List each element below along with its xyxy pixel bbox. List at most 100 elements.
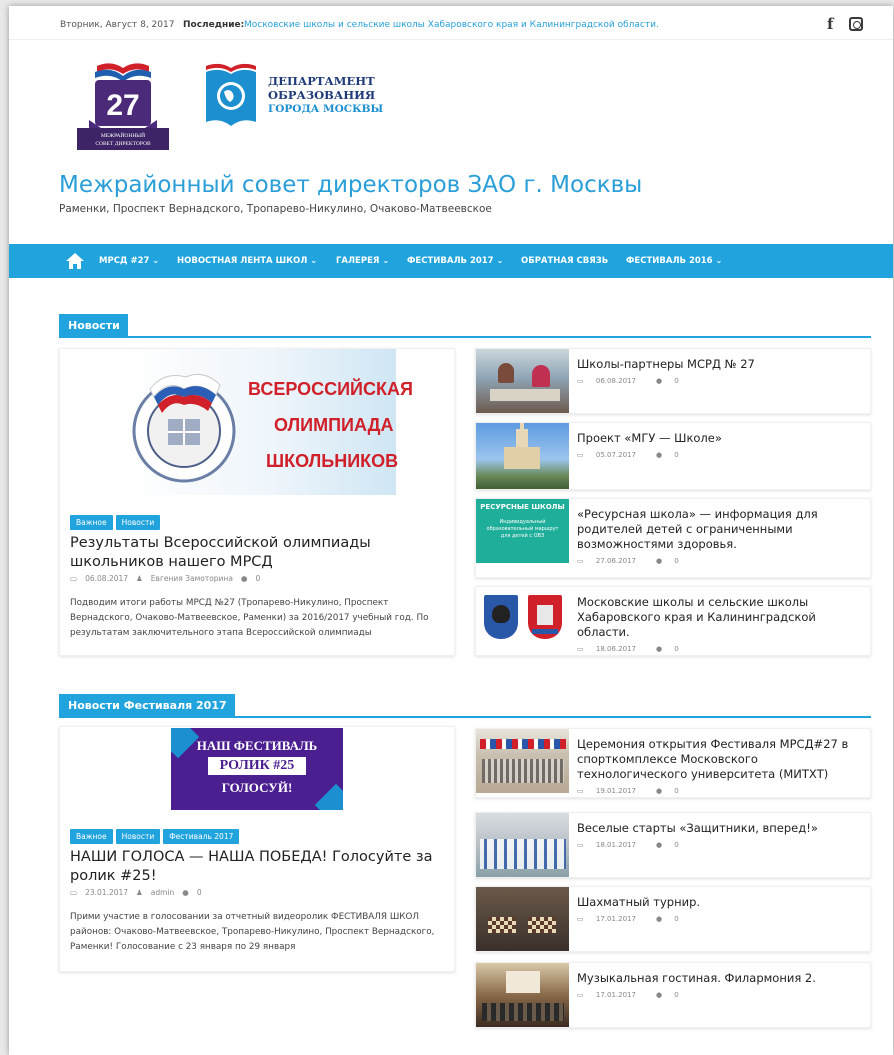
news-item-title[interactable]: «Ресурсная школа» — информация для родит… — [577, 507, 862, 552]
festival-section-title: Новости Фестиваля 2017 — [59, 694, 235, 718]
category-tag[interactable]: Новости — [115, 829, 161, 844]
site-title[interactable]: Межрайонный совет директоров ЗАО г. Моск… — [59, 172, 642, 198]
festival-item-meta: ▭ 19.01.2017 ● 0 — [577, 787, 679, 795]
news-thumbnail[interactable] — [476, 423, 569, 489]
svg-text:МЕЖРАЙОННЫЙ: МЕЖРАЙОННЫЙ — [101, 131, 145, 139]
home-icon[interactable] — [65, 252, 85, 270]
festival-item-meta: ▭ 18.01.2017 ● 0 — [577, 841, 679, 849]
category-tag[interactable]: Важное — [70, 829, 113, 844]
latest-label: Последние: — [183, 20, 245, 30]
calendar-icon: ▭ — [577, 377, 584, 385]
news-list-item[interactable]: Проект «МГУ — Школе» ▭ 05.07.2017 ● 0 — [475, 422, 871, 490]
news-section-title: Новости — [59, 314, 128, 338]
nav-item-gallery[interactable]: ГАЛЕРЕЯ ⌄ — [336, 256, 389, 266]
festival-banner-line-2: РОЛИК #25 — [219, 758, 295, 773]
nav-item-feedback[interactable]: ОБРАТНАЯ СВЯЗЬ — [521, 256, 608, 266]
comment-icon: ● — [240, 574, 248, 583]
comment-count: 0 — [196, 888, 202, 897]
nav-item-mrsd[interactable]: МРСД #27 ⌄ — [99, 256, 159, 266]
comment-icon: ● — [655, 377, 663, 385]
news-thumbnail[interactable] — [476, 587, 569, 651]
news-list-item[interactable]: Московские школы и сельские школы Хабаро… — [475, 586, 871, 656]
calendar-icon: ▭ — [577, 451, 584, 459]
featured-festival-excerpt: Прими участие в голосовании за отчетный … — [70, 912, 435, 952]
news-list-item[interactable]: РЕСУРСНЫЕ ШКОЛЫ Индивидуальный образоват… — [475, 498, 871, 578]
festival-banner[interactable]: НАШ ФЕСТИВАЛЬ РОЛИК #25 ГОЛОСУЙ! — [171, 728, 343, 810]
svg-text:СОВЕТ ДИРЕКТОРОВ: СОВЕТ ДИРЕКТОРОВ — [95, 141, 151, 147]
nav-item-school-news[interactable]: НОВОСТНАЯ ЛЕНТА ШКОЛ ⌄ — [177, 256, 317, 266]
festival-banner-line-3: ГОЛОСУЙ! — [221, 780, 293, 795]
site-description: Раменки, Проспект Вернадского, Тропарево… — [59, 203, 492, 215]
calendar-icon: ▭ — [70, 574, 78, 583]
news-thumbnail[interactable]: РЕСУРСНЫЕ ШКОЛЫ Индивидуальный образоват… — [476, 499, 569, 563]
badge-number: 27 — [106, 89, 139, 122]
thumbnail-heading: РЕСУРСНЫЕ ШКОЛЫ — [480, 503, 565, 511]
facebook-icon[interactable]: f — [827, 15, 833, 33]
festival-list-item[interactable]: Церемония открытия Фестиваля МРСД#27 в с… — [475, 728, 871, 798]
instagram-icon[interactable] — [849, 17, 863, 31]
khabarovsk-coat-of-arms — [484, 595, 518, 639]
nav-item-festival-2017[interactable]: ФЕСТИВАЛЬ 2017 ⌄ — [407, 256, 503, 266]
comment-icon: ● — [655, 645, 663, 653]
comment-icon: ● — [655, 991, 663, 999]
festival-thumbnail[interactable] — [476, 813, 569, 877]
banner-line-3: ШКОЛЬНИКОВ — [266, 451, 399, 471]
news-list-item[interactable]: Школы-партнеры МСРД № 27 ▭ 06.08.2017 ● 0 — [475, 348, 871, 414]
featured-news-categories: Важное Новости — [70, 510, 163, 530]
festival-banner-line-1: НАШ ФЕСТИВАЛЬ — [196, 738, 318, 753]
latest-news-link[interactable]: Московские школы и сельские школы Хабаро… — [244, 20, 659, 30]
news-item-title[interactable]: Московские школы и сельские школы Хабаро… — [577, 595, 862, 640]
festival-section-divider — [59, 716, 871, 718]
department-logo[interactable] — [202, 62, 260, 130]
festival-list-item[interactable]: Шахматный турнир. ▭ 17.01.2017 ● 0 — [475, 886, 871, 952]
user-icon: ♟ — [136, 574, 143, 583]
council-logo[interactable]: 27 МЕЖРАЙОННЫЙ СОВЕТ ДИРЕКТОРОВ — [73, 60, 173, 156]
featured-festival-meta: ▭ 23.01.2017 ♟ admin ● 0 — [70, 888, 210, 897]
current-date: Вторник, Август 8, 2017 — [60, 20, 175, 30]
post-author: admin — [150, 888, 175, 897]
festival-list-item[interactable]: Музыкальная гостиная. Филармония 2. ▭ 17… — [475, 962, 871, 1028]
news-thumbnail[interactable] — [476, 349, 569, 413]
news-item-meta: ▭ 27.06.2017 ● 0 — [577, 557, 679, 565]
page: Вторник, Август 8, 2017 Последние: Моско… — [9, 6, 893, 1055]
comment-icon: ● — [655, 841, 663, 849]
category-tag[interactable]: Фестиваль 2017 — [163, 829, 240, 844]
festival-item-title[interactable]: Веселые старты «Защитники, вперед!» — [577, 821, 862, 836]
nav-item-festival-2016[interactable]: ФЕСТИВАЛЬ 2016 ⌄ — [626, 256, 722, 266]
post-author: Евгения Замоторина — [150, 574, 233, 583]
news-section-divider — [59, 336, 871, 338]
calendar-icon: ▭ — [577, 841, 584, 849]
featured-news-meta: ▭ 06.08.2017 ♟ Евгения Замоторина ● 0 — [70, 574, 268, 583]
main-navigation: МРСД #27 ⌄ НОВОСТНАЯ ЛЕНТА ШКОЛ ⌄ ГАЛЕРЕЯ ⌄… — [9, 244, 893, 278]
kaliningrad-coat-of-arms — [528, 595, 562, 639]
festival-thumbnail[interactable] — [476, 729, 569, 793]
category-tag[interactable]: Важное — [70, 515, 113, 530]
festival-item-title[interactable]: Шахматный турнир. — [577, 895, 862, 910]
calendar-icon: ▭ — [577, 557, 584, 565]
festival-item-meta: ▭ 17.01.2017 ● 0 — [577, 915, 679, 923]
comment-icon: ● — [655, 915, 663, 923]
news-item-meta: ▭ 05.07.2017 ● 0 — [577, 451, 679, 459]
festival-list-item[interactable]: Веселые старты «Защитники, вперед!» ▭ 18… — [475, 812, 871, 878]
calendar-icon: ▭ — [577, 645, 584, 653]
festival-item-meta: ▭ 17.01.2017 ● 0 — [577, 991, 679, 999]
olympiad-banner[interactable]: ВСЕРОССИЙСКАЯ ОЛИМПИАДА ШКОЛЬНИКОВ — [124, 349, 413, 495]
festival-thumbnail[interactable] — [476, 963, 569, 1027]
news-item-title[interactable]: Школы-партнеры МСРД № 27 — [577, 357, 862, 372]
featured-news-title[interactable]: Результаты Всероссийской олимпиады школь… — [70, 534, 430, 572]
festival-item-title[interactable]: Музыкальная гостиная. Филармония 2. — [577, 971, 862, 986]
banner-line-1: ВСЕРОССИЙСКАЯ — [248, 379, 413, 399]
category-tag[interactable]: Новости — [115, 515, 161, 530]
user-icon: ♟ — [136, 888, 143, 897]
comment-count: 0 — [255, 574, 261, 583]
featured-festival-title[interactable]: НАШИ ГОЛОСА — НАША ПОБЕДА! Голосуйте за … — [70, 848, 450, 886]
featured-news-excerpt: Подводим итоги работы МРСД №27 (Тропарев… — [70, 598, 429, 638]
comment-icon: ● — [655, 557, 663, 565]
festival-item-title[interactable]: Церемония открытия Фестиваля МРСД#27 в с… — [577, 737, 862, 782]
news-item-meta: ▭ 18.06.2017 ● 0 — [577, 645, 679, 653]
comment-icon: ● — [182, 888, 189, 897]
calendar-icon: ▭ — [577, 991, 584, 999]
calendar-icon: ▭ — [577, 915, 584, 923]
news-item-title[interactable]: Проект «МГУ — Школе» — [577, 431, 862, 446]
festival-thumbnail[interactable] — [476, 887, 569, 951]
